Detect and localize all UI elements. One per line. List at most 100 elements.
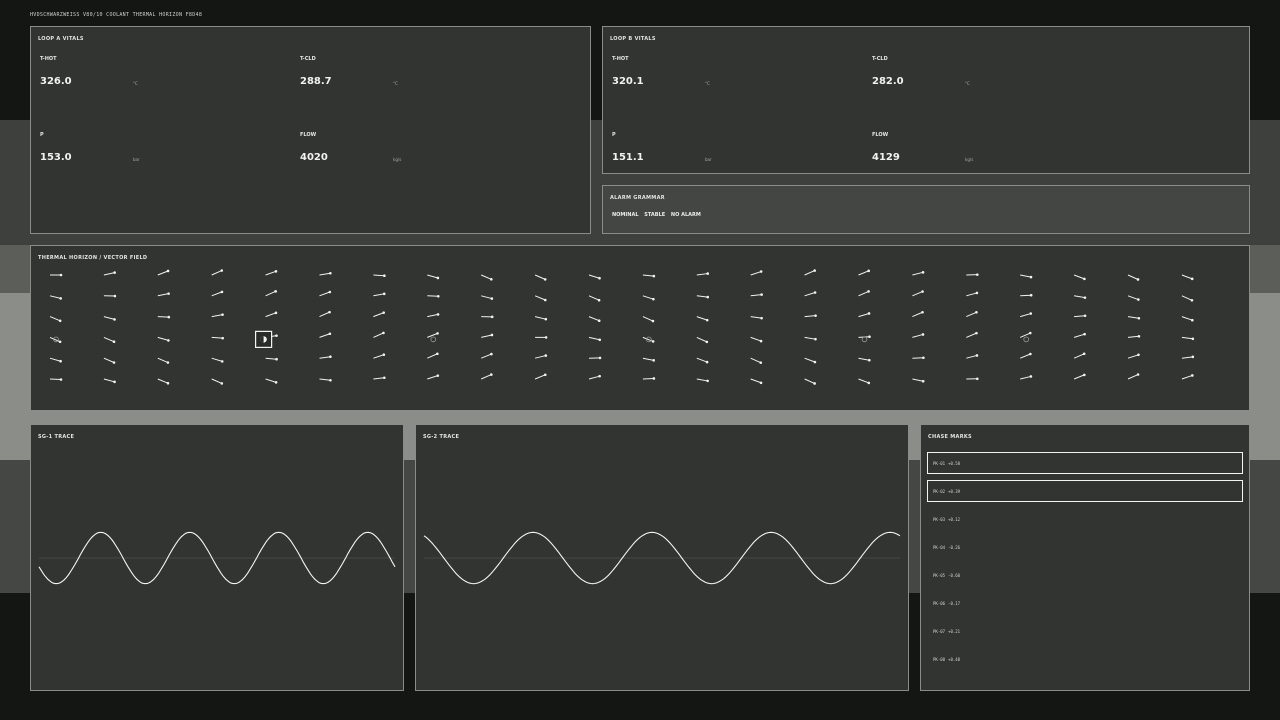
field-vector bbox=[912, 333, 925, 338]
field-vector bbox=[750, 336, 763, 343]
field-vector bbox=[103, 336, 116, 343]
field-vector bbox=[804, 378, 816, 385]
vector-field-panel[interactable]: THERMAL HORIZON / VECTOR FIELD bbox=[30, 245, 1250, 411]
loop-a-thot-cell: T-HOT 326.0 °C bbox=[40, 56, 240, 96]
sg2-trace-panel: SG-2 TRACE bbox=[415, 424, 909, 691]
chase-mark-id: PK-05 bbox=[933, 573, 946, 578]
field-vector bbox=[1074, 314, 1087, 318]
chase-mark-text: PK-03 +0.12 bbox=[933, 517, 963, 522]
chase-mark-item[interactable]: PK-01 +0.58 bbox=[927, 452, 1243, 474]
field-vector bbox=[103, 294, 117, 298]
field-vector bbox=[588, 295, 601, 302]
field-vector bbox=[373, 331, 385, 338]
field-vector bbox=[966, 310, 978, 318]
chase-mark-item[interactable]: PK-06 -0.17 bbox=[927, 592, 1243, 614]
field-vector bbox=[211, 378, 224, 385]
alarm-word-no-alarm: NO ALARM bbox=[670, 212, 701, 218]
field-vector bbox=[1073, 373, 1086, 380]
metric-value: 4020 bbox=[300, 152, 328, 163]
chase-mark-delta: +0.12 bbox=[948, 517, 961, 522]
chase-mark-item[interactable]: PK-05 -0.60 bbox=[927, 564, 1243, 586]
field-vector bbox=[696, 336, 709, 344]
field-vector bbox=[750, 270, 763, 276]
field-vector bbox=[1020, 274, 1033, 279]
metric-label: T-HOT bbox=[40, 56, 57, 62]
chase-mark-delta: +0.48 bbox=[948, 657, 961, 662]
field-vector bbox=[1020, 331, 1032, 338]
field-vector bbox=[49, 357, 62, 363]
metric-unit: bar bbox=[133, 157, 140, 162]
field-vector bbox=[265, 311, 278, 318]
field-vector bbox=[1181, 374, 1194, 380]
chase-mark-item[interactable]: PK-07 +0.21 bbox=[927, 620, 1243, 642]
sg2-trace-plot bbox=[423, 531, 901, 585]
field-vector bbox=[588, 374, 601, 380]
metric-label: P bbox=[612, 132, 616, 138]
field-vector bbox=[373, 376, 386, 380]
field-vector bbox=[103, 378, 116, 384]
chase-mark-item[interactable]: PK-08 +0.48 bbox=[927, 648, 1243, 670]
metric-value: 320.1 bbox=[612, 76, 644, 87]
field-vector bbox=[373, 353, 386, 359]
metric-unit: °C bbox=[705, 81, 710, 86]
field-vector bbox=[912, 378, 925, 383]
field-vector bbox=[588, 274, 601, 280]
field-vector bbox=[696, 295, 710, 299]
vector-field-canvas[interactable] bbox=[31, 246, 1249, 410]
loop-a-pressure-cell: P 153.0 bar bbox=[40, 132, 240, 172]
field-vector bbox=[427, 352, 439, 359]
field-vector bbox=[427, 374, 440, 380]
field-vector bbox=[642, 274, 656, 278]
chase-mark-text: PK-07 +0.21 bbox=[933, 629, 963, 634]
field-vector bbox=[211, 357, 224, 363]
field-vector bbox=[912, 310, 924, 318]
field-vector bbox=[427, 274, 440, 280]
chase-mark-item[interactable]: PK-03 +0.12 bbox=[927, 508, 1243, 530]
field-vector bbox=[481, 352, 493, 359]
chase-mark-id: PK-02 bbox=[933, 489, 946, 494]
field-cursor[interactable] bbox=[255, 330, 273, 349]
alarm-status-line: NOMINAL STABLE NO ALARM bbox=[612, 212, 705, 218]
field-vector bbox=[49, 316, 62, 323]
field-vector bbox=[319, 271, 332, 276]
loop-b-tcld-cell: T-CLD 282.0 °C bbox=[872, 56, 1072, 96]
chase-mark-delta: -0.26 bbox=[948, 545, 961, 550]
field-vector bbox=[211, 313, 224, 318]
field-vector bbox=[1020, 352, 1032, 359]
chase-mark-item[interactable]: PK-04 -0.26 bbox=[927, 536, 1243, 558]
field-vector bbox=[1181, 295, 1194, 302]
loop-b-flow-cell: FLOW 4129 kg/s bbox=[872, 132, 1072, 172]
field-vector bbox=[858, 290, 870, 297]
chase-mark-delta: -0.60 bbox=[948, 573, 961, 578]
field-vector bbox=[427, 313, 440, 318]
field-vector bbox=[211, 269, 224, 276]
chase-mark-id: PK-07 bbox=[933, 629, 946, 634]
chase-mark-text: PK-05 -0.60 bbox=[933, 573, 963, 578]
metric-label: FLOW bbox=[300, 132, 317, 138]
field-vector bbox=[966, 273, 979, 276]
field-vector bbox=[1181, 316, 1194, 322]
chase-mark-item[interactable]: PK-02 +0.39 bbox=[927, 480, 1243, 502]
field-vector bbox=[1127, 274, 1140, 281]
field-vector bbox=[265, 378, 278, 384]
field-vector bbox=[534, 295, 547, 302]
field-vector bbox=[804, 291, 817, 297]
field-vector bbox=[427, 294, 440, 298]
field-vector bbox=[1073, 332, 1086, 338]
field-vector bbox=[804, 357, 817, 364]
chase-mark-id: PK-06 bbox=[933, 601, 946, 606]
field-vector bbox=[804, 336, 817, 341]
chase-marks-panel: CHASE MARKS PK-01 +0.58 PK-02 +0.39 PK-03 +0.… bbox=[920, 424, 1250, 691]
metric-value: 4129 bbox=[872, 152, 900, 163]
metric-label: P bbox=[40, 132, 44, 138]
field-vector bbox=[157, 292, 170, 297]
field-vector bbox=[265, 290, 277, 297]
metric-unit: °C bbox=[133, 81, 138, 86]
field-vector bbox=[642, 377, 656, 380]
field-vector bbox=[1127, 335, 1141, 338]
loop-a-tcld-cell: T-CLD 288.7 °C bbox=[300, 56, 500, 96]
field-vector bbox=[696, 272, 710, 276]
field-vector bbox=[912, 356, 925, 360]
field-vector bbox=[588, 336, 602, 342]
metric-unit: kg/s bbox=[393, 157, 402, 162]
